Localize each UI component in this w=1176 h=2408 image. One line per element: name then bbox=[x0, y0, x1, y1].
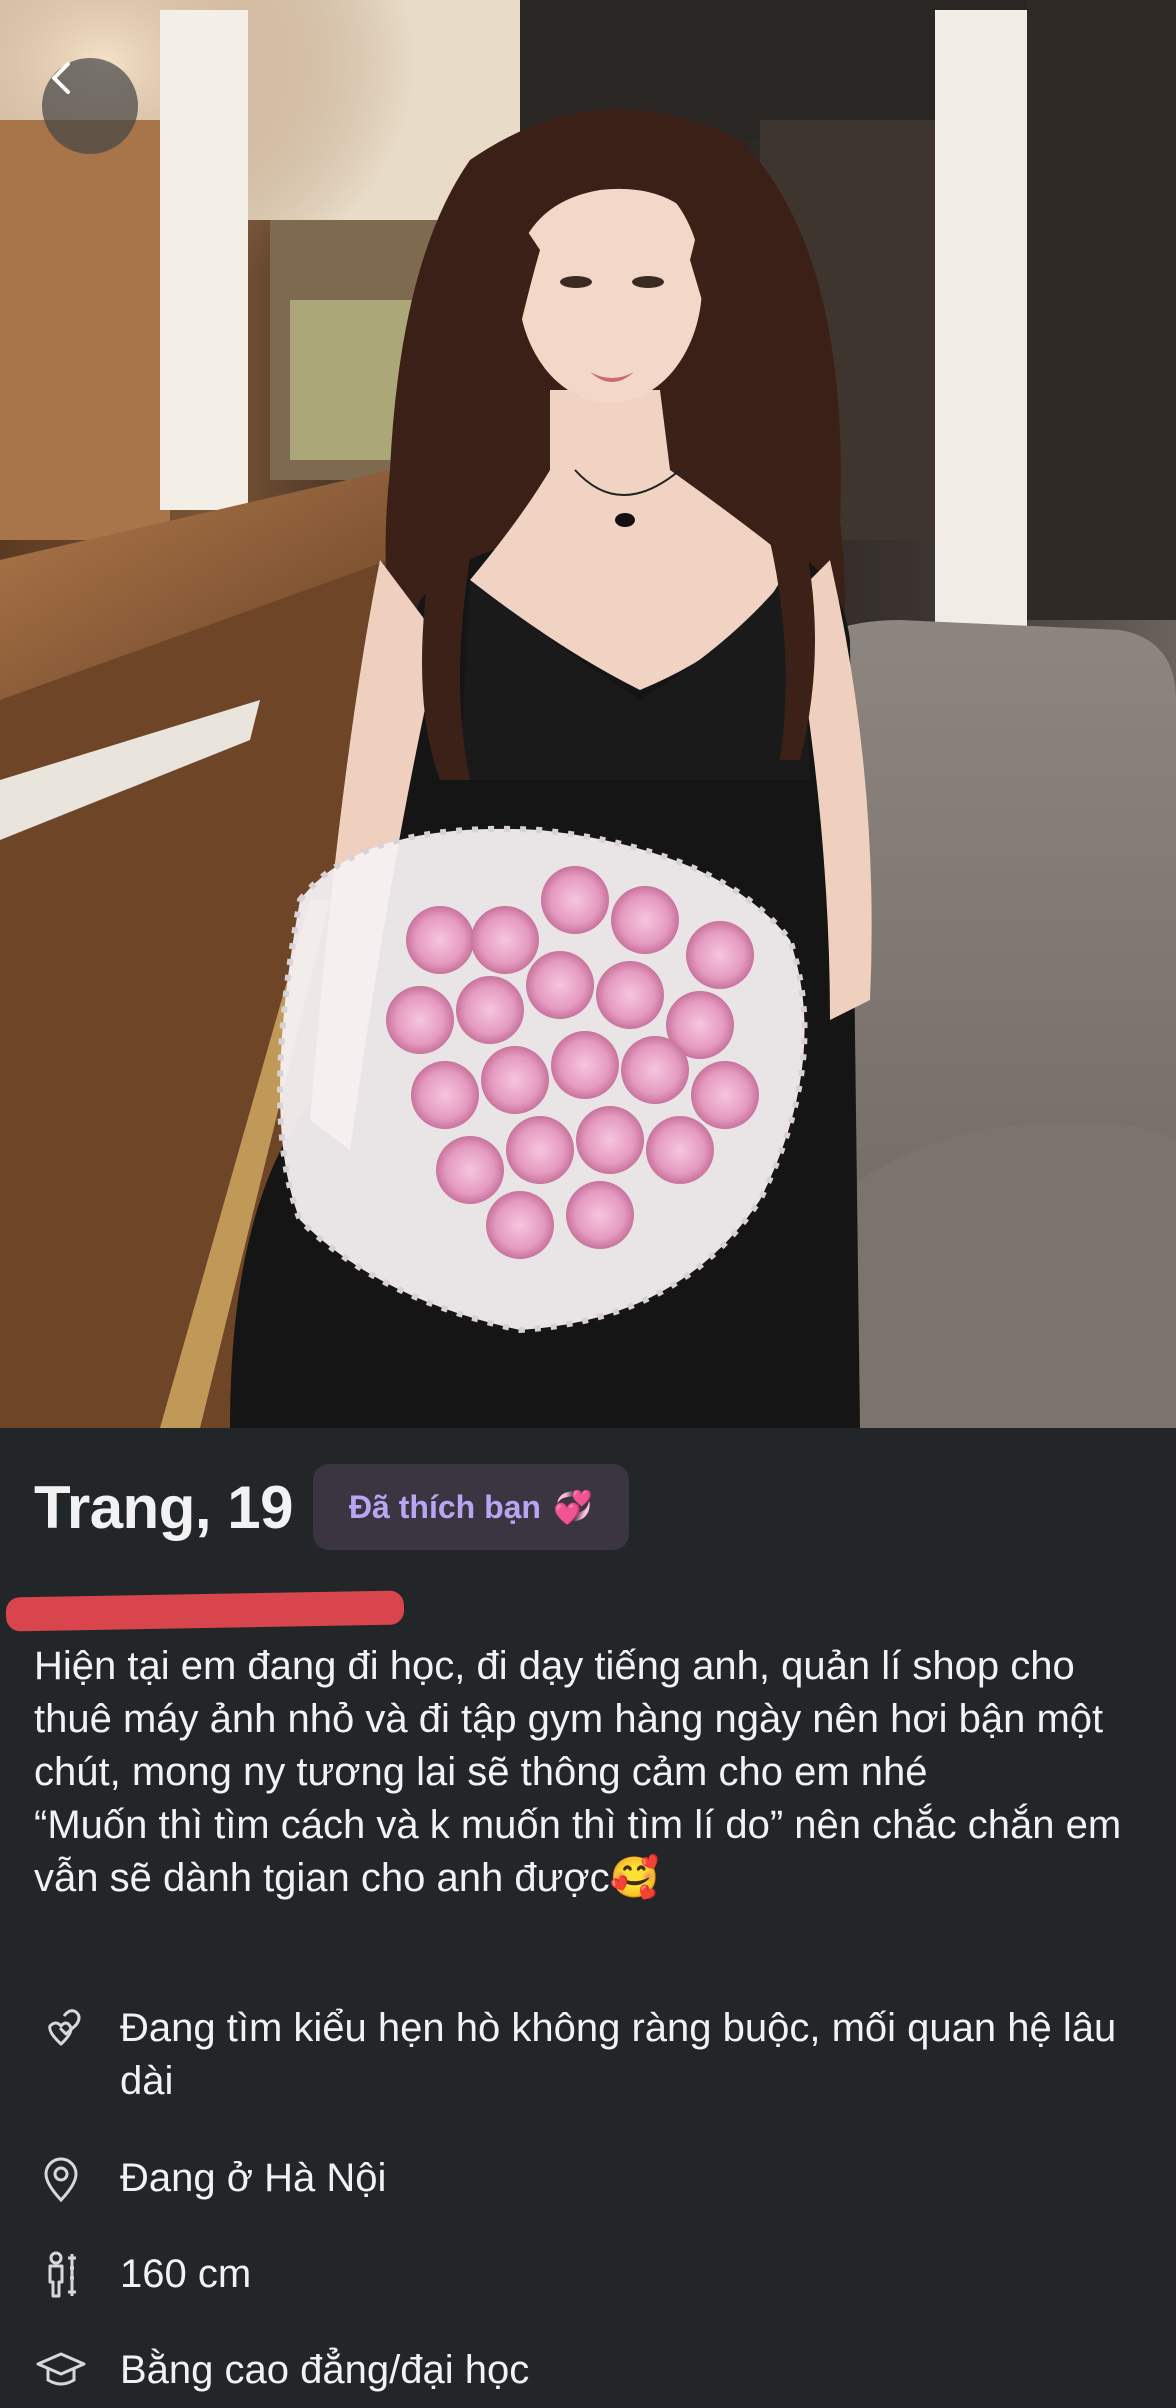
back-button[interactable] bbox=[42, 58, 138, 154]
attribute-height: 160 cm bbox=[34, 2248, 1130, 2302]
height-icon bbox=[48, 2251, 76, 2298]
hearts-icon bbox=[48, 2009, 81, 2046]
redacted-text bbox=[5, 1590, 405, 1632]
two-hearts-icon: 💞 bbox=[552, 1489, 593, 1525]
attribute-location-text: Đang ở Hà Nội bbox=[120, 2156, 387, 2200]
liked-you-badge: Đã thích bạn 💞 bbox=[312, 1464, 629, 1550]
profile-photo[interactable] bbox=[0, 0, 1176, 1428]
attribute-education: Bằng cao đẳng/đại học bbox=[34, 2344, 1130, 2398]
attribute-looking-for: Đang tìm kiểu hẹn hò không ràng buộc, mố… bbox=[34, 2002, 1130, 2108]
location-pin-icon bbox=[44, 2157, 78, 2203]
attribute-height-text: 160 cm bbox=[120, 2252, 252, 2296]
profile-photo-illustration bbox=[0, 0, 1176, 1428]
chevron-left-icon bbox=[52, 62, 70, 94]
profile-name-age: Trang, 19 bbox=[34, 1473, 293, 1541]
profile-screen: Trang, 19 Đã thích bạn 💞 Hiện tại em đan… bbox=[0, 0, 1176, 2408]
graduation-cap-icon bbox=[36, 2352, 86, 2386]
liked-you-label: Đã thích bạn bbox=[348, 1488, 541, 1525]
profile-bio: Hiện tại em đang đi học, đi dạy tiếng an… bbox=[34, 1644, 1122, 1900]
attribute-education-text: Bằng cao đẳng/đại học bbox=[120, 2348, 530, 2392]
attribute-looking-for-text: Đang tìm kiểu hẹn hò không ràng buộc, mố… bbox=[120, 2006, 1117, 2103]
profile-info: Trang, 19 Đã thích bạn 💞 Hiện tại em đan… bbox=[0, 1428, 1176, 2408]
attribute-location: Đang ở Hà Nội bbox=[34, 2152, 1130, 2206]
name-row: Trang, 19 Đã thích bạn 💞 bbox=[34, 1464, 629, 1550]
